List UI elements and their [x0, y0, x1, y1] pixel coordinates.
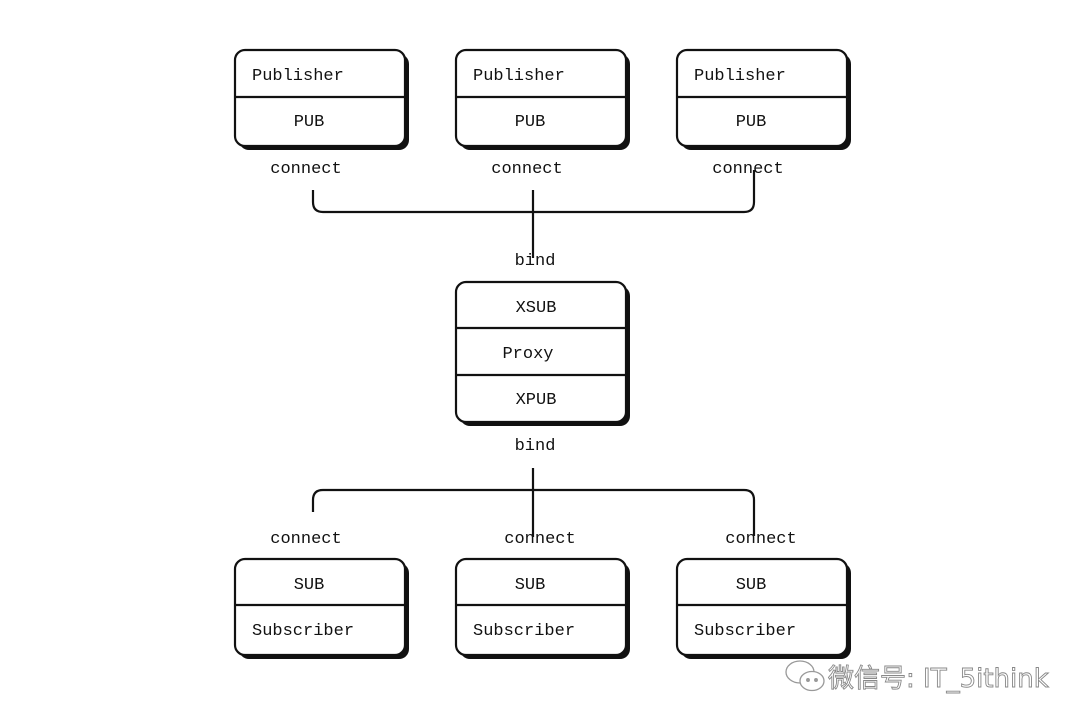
publisher-label: Publisher: [694, 67, 786, 86]
pub-socket-label: PUB: [736, 113, 767, 132]
wechat-icon: [785, 660, 825, 692]
subscriber-node-2: SUB Subscriber: [454, 557, 630, 659]
bind-label-top: bind: [515, 252, 556, 271]
connect-label: connect: [270, 530, 341, 549]
watermark-text: 微信号: IT_5ithink: [828, 664, 1049, 694]
connect-label: connect: [725, 530, 796, 549]
publisher-node-2: Publisher PUB: [454, 48, 630, 150]
subscriber-label: Subscriber: [252, 622, 354, 641]
subscriber-label: Subscriber: [473, 622, 575, 641]
sub-socket-label: SUB: [736, 576, 767, 595]
pub-socket-label: PUB: [294, 113, 325, 132]
publisher-label: Publisher: [252, 67, 344, 86]
subscriber-node-3: SUB Subscriber: [675, 557, 851, 659]
xsub-socket-label: XSUB: [516, 299, 557, 318]
publisher-node-1: Publisher PUB: [233, 48, 409, 150]
proxy-node: XSUB Proxy XPUB: [454, 280, 630, 426]
subscriber-node-1: SUB Subscriber: [233, 557, 409, 659]
proxy-label: Proxy: [502, 345, 553, 364]
sub-socket-label: SUB: [515, 576, 546, 595]
bind-label-bottom: bind: [515, 437, 556, 456]
sub-socket-label: SUB: [294, 576, 325, 595]
publisher-node-3: Publisher PUB: [675, 48, 851, 150]
xpub-socket-label: XPUB: [516, 391, 557, 410]
connect-label: connect: [270, 160, 341, 179]
connect-label: connect: [712, 160, 783, 179]
pub-socket-label: PUB: [515, 113, 546, 132]
connect-label: connect: [491, 160, 562, 179]
publisher-label: Publisher: [473, 67, 565, 86]
connect-label: connect: [504, 530, 575, 549]
subscriber-label: Subscriber: [694, 622, 796, 641]
pubsub-proxy-diagram: Publisher PUB Publisher PUB Publisher PU…: [233, 48, 1049, 694]
